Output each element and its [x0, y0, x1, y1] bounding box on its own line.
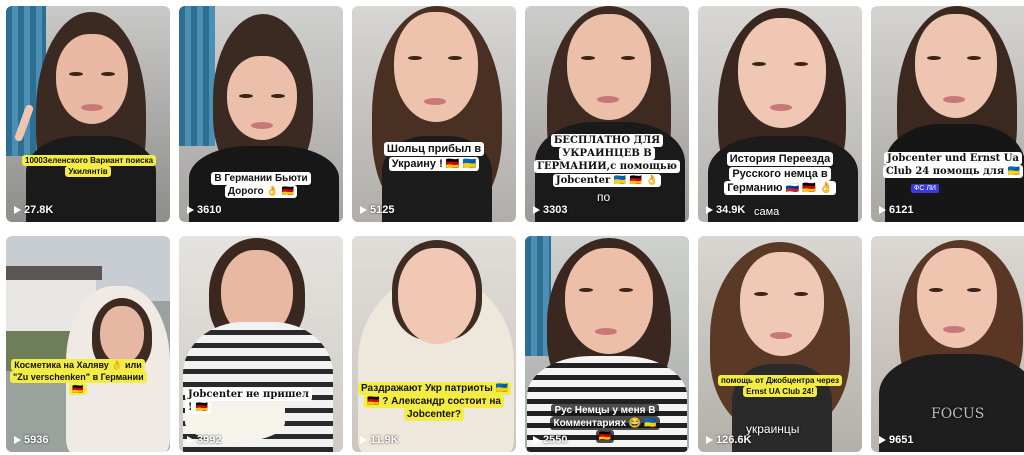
face [100, 306, 144, 364]
face [394, 12, 478, 122]
play-icon [14, 436, 21, 444]
video-tile[interactable]: Рус Немцы у меня В Комментариях 😂 🇺🇦 🇩🇪 … [525, 236, 689, 452]
video-tile[interactable]: БЕСПЛАТНО ДЛЯ УКРАИНЦЕВ В ГЕРМАНИИ,с пом… [525, 6, 689, 222]
view-count: 3992 [187, 434, 221, 446]
video-caption: Раздражают Укр патриоты 🇺🇦 🇩🇪 ? Александ… [358, 382, 511, 422]
video-caption: История Переезда Русского немца в Герман… [714, 152, 846, 196]
play-icon [706, 436, 713, 444]
view-count: 3610 [187, 204, 221, 216]
view-count: 5125 [360, 204, 394, 216]
play-icon [14, 206, 21, 214]
video-tile[interactable]: Раздражают Укр патриоты 🇺🇦 🇩🇪 ? Александ… [352, 236, 516, 452]
play-icon [533, 436, 540, 444]
video-tile[interactable]: FOCUS 9651 [871, 236, 1024, 452]
face [565, 248, 653, 354]
play-icon [187, 436, 194, 444]
face [567, 14, 651, 120]
face [398, 248, 476, 344]
view-count: 5936 [14, 434, 48, 446]
video-caption: Jobcenter не пришел ! 🇩🇪 [185, 388, 313, 415]
play-icon [706, 206, 713, 214]
play-icon [879, 436, 886, 444]
overlay-badge: ФС ЛИ [911, 184, 939, 193]
view-count: 27.8K [14, 204, 53, 216]
video-tile[interactable]: Косметика на Халяву 👌 или "Zu verschenke… [6, 236, 170, 452]
face [738, 18, 826, 128]
subtitle-text: по [597, 190, 611, 204]
shirt-print: FOCUS [931, 406, 985, 422]
video-caption: Шольц прибыл в Украину ! 🇩🇪 🇺🇦 [370, 142, 498, 171]
video-tile[interactable]: помощь от Джобцентра через Ernst UA Club… [698, 236, 862, 452]
video-caption: помощь от Джобцентра через Ernst UA Club… [710, 375, 850, 397]
video-caption: В Германии Бьюти Дорого 👌 🇩🇪 [199, 172, 323, 199]
play-icon [879, 206, 886, 214]
view-count: 11.9K [360, 434, 399, 446]
video-caption: 1000Зеленского Вариант поиска Укилянтів [22, 155, 157, 177]
play-icon [187, 206, 194, 214]
video-tile[interactable]: Шольц прибыл в Украину ! 🇩🇪 🇺🇦 5125 [352, 6, 516, 222]
subtitle-text: сама [754, 206, 780, 218]
view-count: 2550 [533, 434, 567, 446]
view-count: 9651 [879, 434, 913, 446]
play-icon [360, 206, 367, 214]
video-caption: БЕСПЛАТНО ДЛЯ УКРАИНЦЕВ В ГЕРМАНИИ,с пом… [529, 134, 685, 187]
video-tile[interactable]: Jobcenter не пришел ! 🇩🇪 3992 [179, 236, 343, 452]
view-count: 34.9K [706, 204, 745, 216]
play-icon [360, 436, 367, 444]
video-caption: Jobcenter und Ernst Ua Club 24 помощь дл… [879, 152, 1024, 179]
video-tile[interactable]: В Германии Бьюти Дорого 👌 🇩🇪 3610 [179, 6, 343, 222]
face [740, 252, 824, 356]
view-count: 6121 [879, 204, 913, 216]
video-tile[interactable]: Jobcenter und Ernst Ua Club 24 помощь дл… [871, 6, 1024, 222]
view-count: 3303 [533, 204, 567, 216]
video-caption: Косметика на Халяву 👌 или "Zu verschenke… [10, 359, 147, 396]
play-icon [533, 206, 540, 214]
video-grid: 1000Зеленского Вариант поиска Укилянтів … [0, 0, 1024, 455]
subtitle-text: украинцы [746, 422, 800, 436]
video-tile[interactable]: История Переезда Русского немца в Герман… [698, 6, 862, 222]
face [917, 248, 997, 348]
view-count: 126.6K [706, 434, 751, 446]
video-tile[interactable]: 1000Зеленского Вариант поиска Укилянтів … [6, 6, 170, 222]
